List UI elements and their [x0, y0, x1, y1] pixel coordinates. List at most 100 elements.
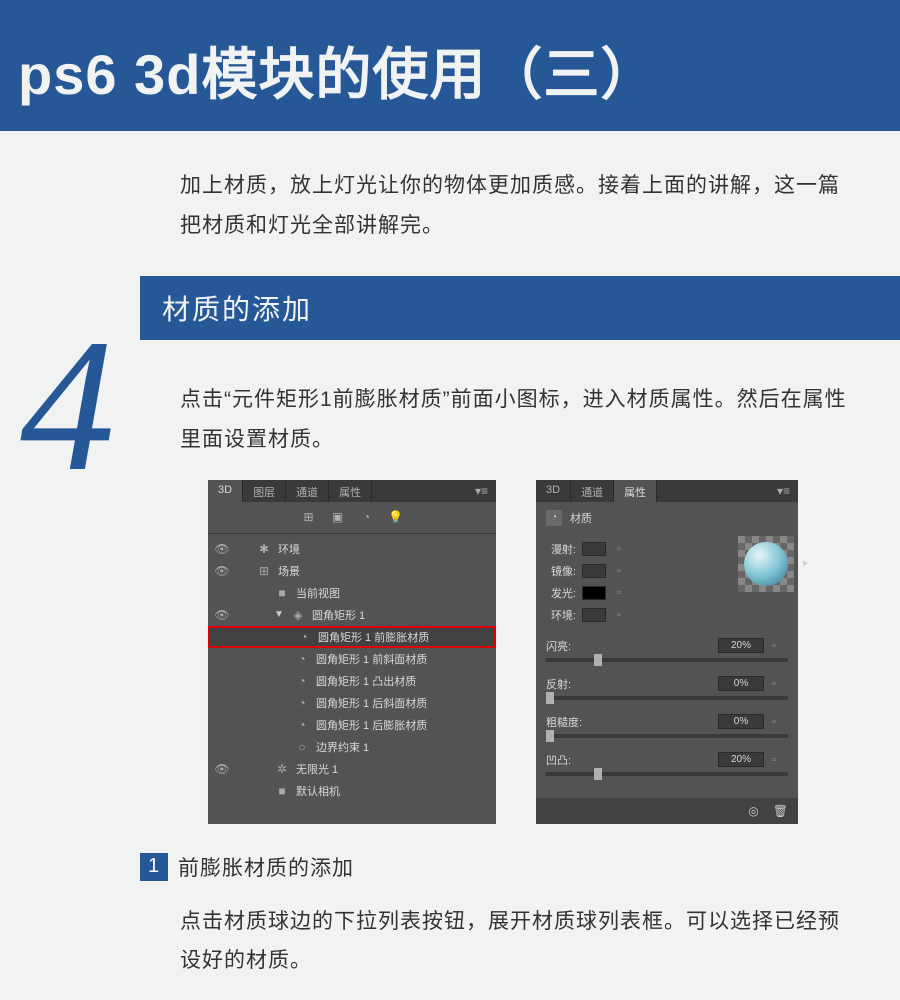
panel-menu-icon[interactable]: ▾≡: [467, 480, 496, 502]
tab-3d[interactable]: 3D: [208, 480, 243, 502]
panel-menu-icon-b[interactable]: ▾≡: [769, 480, 798, 502]
slider-track[interactable]: [546, 696, 788, 700]
node-type-icon: ○: [294, 740, 310, 754]
render-icon[interactable]: ◎: [748, 804, 758, 818]
node-type-icon: ◈: [290, 608, 306, 622]
node-label: 当前视图: [296, 585, 340, 601]
tree-row[interactable]: ◔圆角矩形 1 前膨胀材质: [208, 626, 496, 648]
node-label: 圆角矩形 1 后膨胀材质: [316, 717, 427, 733]
node-label: 边界约束 1: [316, 739, 369, 755]
tab-3d-b[interactable]: 3D: [536, 480, 571, 502]
step-1-title-row: 1 前膨胀材质的添加: [140, 852, 860, 882]
slider-property: 粗糙度: 0% ▫: [546, 714, 788, 738]
node-label: 圆角矩形 1 前膨胀材质: [318, 629, 429, 645]
tab-properties-b[interactable]: 属性: [614, 480, 657, 502]
props-sliders: 闪亮: 20% ▫ 反射: 0% ▫ 粗糙度: 0% ▫ 凹凸: 20% ▫: [536, 626, 798, 798]
props-title: 材质: [570, 510, 592, 526]
tab-channels-b[interactable]: 通道: [571, 480, 614, 502]
step-1-section: 1 前膨胀材质的添加 点击材质球边的下拉列表按钮，展开材质球列表框。可以选择已经…: [140, 852, 860, 982]
intro-paragraph: 加上材质，放上灯光让你的物体更加质感。接着上面的讲解，这一篇把材质和灯光全部讲解…: [180, 166, 860, 246]
tree-row[interactable]: ◔圆角矩形 1 凸出材质: [208, 670, 496, 692]
texture-picker-icon[interactable]: ▫: [612, 564, 626, 578]
slider-thumb[interactable]: [546, 692, 554, 704]
visibility-toggle[interactable]: 👁: [214, 564, 230, 578]
slider-value[interactable]: 0%: [718, 714, 764, 729]
texture-picker-icon[interactable]: ▫: [612, 542, 626, 556]
visibility-toggle[interactable]: 👁: [214, 608, 230, 622]
slider-thumb[interactable]: [546, 730, 554, 742]
slider-value[interactable]: 20%: [718, 638, 764, 653]
content-section: 4 加上材质，放上灯光让你的物体更加质感。接着上面的讲解，这一篇把材质和灯光全部…: [0, 131, 900, 981]
step-number-large: 4: [20, 311, 115, 501]
node-type-icon: ◔: [294, 652, 310, 666]
visibility-toggle[interactable]: 👁: [214, 542, 230, 556]
properties-panel: 3D 通道 属性 ▾≡ ◔ 材质 ▸ 漫射:▫镜像:▫发光:▫环境:▫ 闪亮:2…: [536, 480, 798, 824]
tree-row[interactable]: 👁 ⊞ 场景: [208, 560, 496, 582]
material-preview[interactable]: ▸: [738, 536, 794, 592]
panels-row: 3D 图层 通道 属性 ▾≡ ⊞ ▣ ◔ 💡 👁✱环境👁⊞场景■当前视图👁▼◈圆…: [208, 480, 900, 824]
filter-light-icon[interactable]: 💡: [388, 509, 404, 525]
filter-mesh-icon[interactable]: ▣: [330, 509, 346, 525]
tree-row[interactable]: ■默认相机: [208, 780, 496, 802]
props-colors: ▸ 漫射:▫镜像:▫发光:▫环境:▫: [536, 534, 798, 626]
page-title: ps6 3d模块的使用（三）: [18, 30, 882, 111]
node-label: 圆角矩形 1 后斜面材质: [316, 695, 427, 711]
slider-label: 凹凸:: [546, 752, 592, 768]
slider-value[interactable]: 20%: [718, 752, 764, 767]
tree-row[interactable]: ◔圆角矩形 1 后膨胀材质: [208, 714, 496, 736]
tab-channels[interactable]: 通道: [286, 480, 329, 502]
slider-track[interactable]: [546, 772, 788, 776]
slider-property: 反射: 0% ▫: [546, 676, 788, 700]
expand-arrow-icon[interactable]: ▼: [274, 609, 284, 620]
slider-property: 凹凸: 20% ▫: [546, 752, 788, 776]
preview-dropdown-icon[interactable]: ▸: [803, 558, 808, 569]
texture-picker-icon[interactable]: ▫: [612, 586, 626, 600]
color-swatch[interactable]: [582, 586, 606, 600]
tab-bar-props: 3D 通道 属性 ▾≡: [536, 480, 798, 502]
texture-folder-icon[interactable]: ▫: [772, 640, 788, 652]
slider-track[interactable]: [546, 658, 788, 662]
tree-row[interactable]: 👁 ▼ ◈ 圆角矩形 1: [208, 604, 496, 626]
tree-row[interactable]: ◔ 圆角矩形 1 前斜面材质: [208, 648, 496, 670]
node-label: 场景: [278, 563, 300, 579]
node-type-icon: ◔: [294, 696, 310, 710]
node-type-icon: ✲: [274, 762, 290, 776]
tree-row[interactable]: ■当前视图: [208, 582, 496, 604]
prop-label: 镜像:: [546, 563, 576, 579]
slider-label: 粗糙度:: [546, 714, 592, 730]
slider-track[interactable]: [546, 734, 788, 738]
texture-folder-icon[interactable]: ▫: [772, 716, 788, 728]
tree-row[interactable]: ◔ 圆角矩形 1 后斜面材质: [208, 692, 496, 714]
step-1-title: 前膨胀材质的添加: [178, 852, 354, 882]
node-type-icon: ⊞: [256, 564, 272, 578]
color-swatch[interactable]: [582, 542, 606, 556]
sub-banner: 材质的添加: [140, 276, 900, 340]
visibility-toggle[interactable]: 👁: [214, 762, 230, 776]
slider-label: 反射:: [546, 676, 592, 692]
filter-material-icon[interactable]: ◔: [359, 509, 375, 525]
slider-thumb[interactable]: [594, 768, 602, 780]
texture-folder-icon[interactable]: ▫: [772, 754, 788, 766]
tree-row[interactable]: ○ 边界约束 1: [208, 736, 496, 758]
slider-label: 闪亮:: [546, 638, 592, 654]
texture-picker-icon[interactable]: ▫: [612, 608, 626, 622]
tree-row[interactable]: 👁✲无限光 1: [208, 758, 496, 780]
prop-label: 发光:: [546, 585, 576, 601]
tab-properties[interactable]: 属性: [329, 480, 372, 502]
color-property-row: 环境:▫: [546, 604, 788, 626]
filter-scene-icon[interactable]: ⊞: [301, 509, 317, 525]
node-label: 圆角矩形 1 前斜面材质: [316, 651, 427, 667]
node-type-icon: ■: [274, 784, 290, 798]
tree-row[interactable]: 👁✱环境: [208, 538, 496, 560]
tab-layers[interactable]: 图层: [243, 480, 286, 502]
body-paragraph: 点击“元件矩形1前膨胀材质”前面小图标，进入材质属性。然后在属性里面设置材质。: [180, 380, 860, 460]
node-label: 环境: [278, 541, 300, 557]
texture-folder-icon[interactable]: ▫: [772, 678, 788, 690]
color-swatch[interactable]: [582, 608, 606, 622]
node-label: 圆角矩形 1: [312, 607, 365, 623]
slider-thumb[interactable]: [594, 654, 602, 666]
slider-value[interactable]: 0%: [718, 676, 764, 691]
color-swatch[interactable]: [582, 564, 606, 578]
props-header: ◔ 材质: [536, 502, 798, 534]
trash-icon[interactable]: 🗑: [773, 804, 788, 818]
